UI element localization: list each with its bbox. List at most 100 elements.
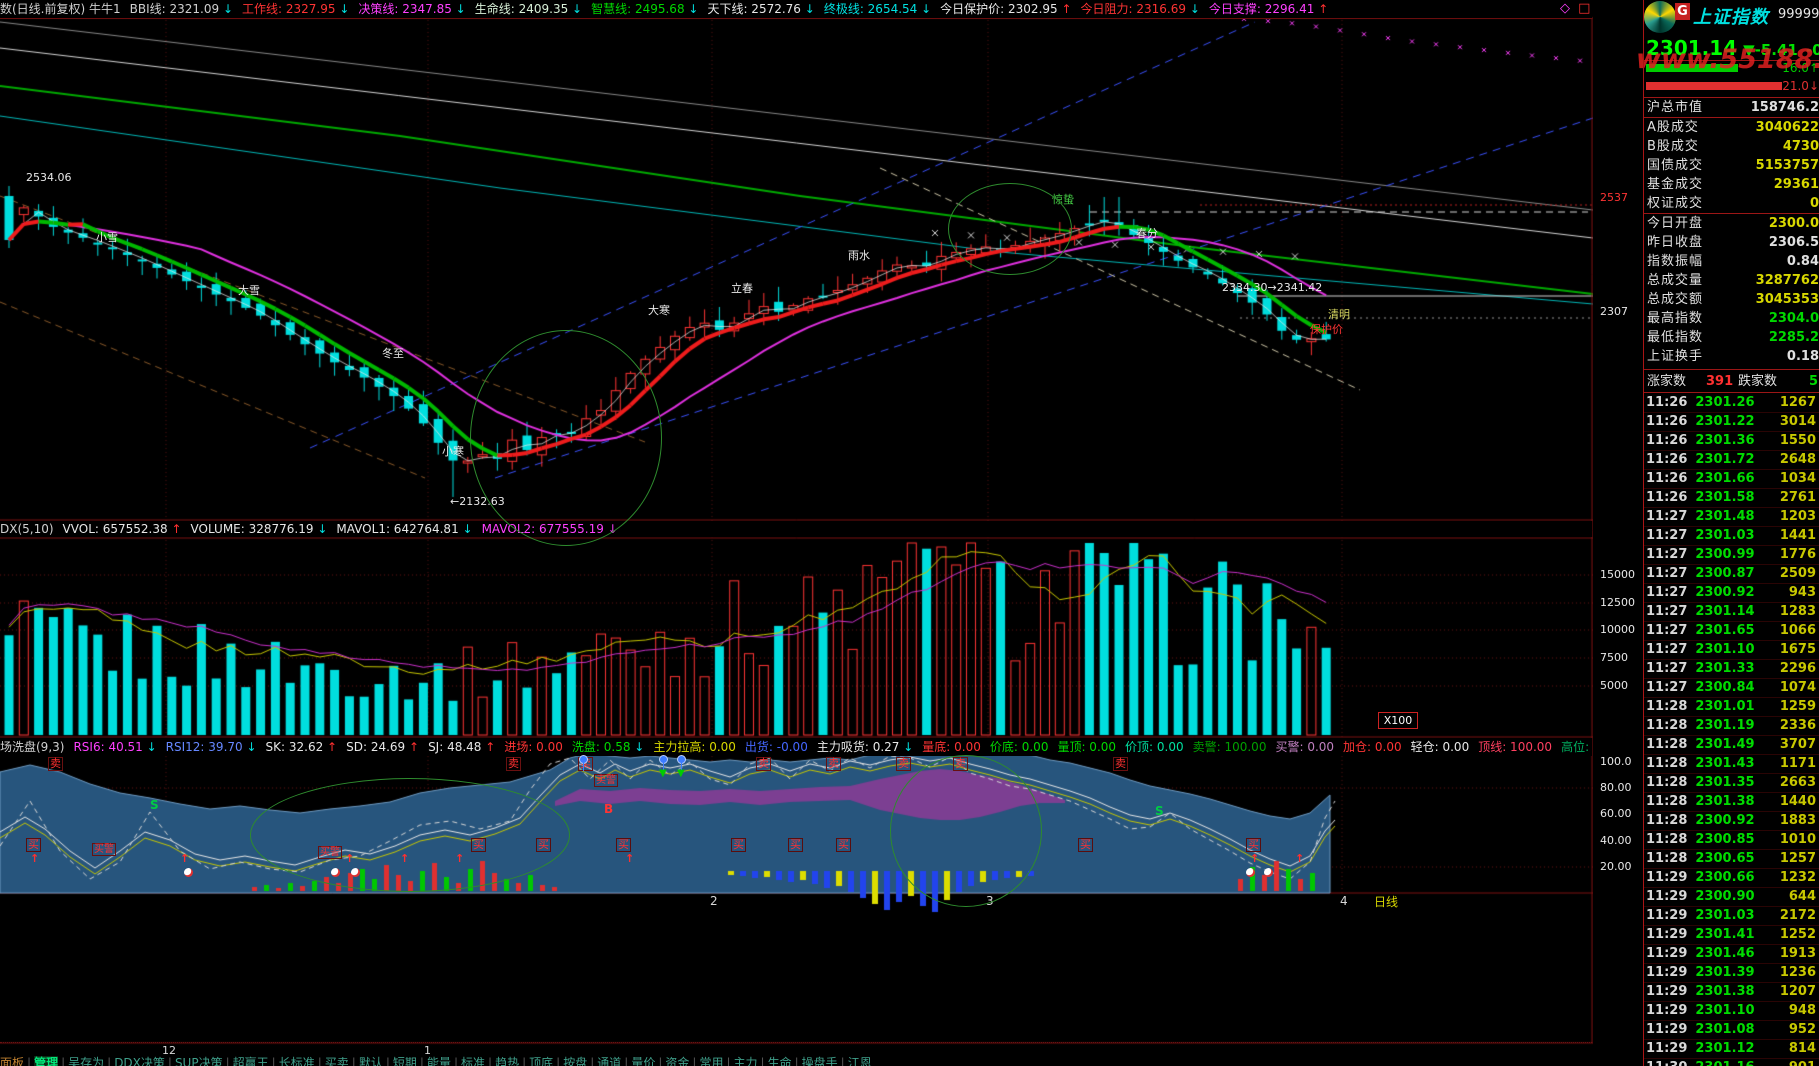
tick-row[interactable]: 11:27 2300.92 943	[1644, 584, 1819, 603]
tick-row[interactable]: 11:29 2300.66 1232	[1644, 869, 1819, 888]
indicator-value: 终极线: 2654.54 ↓	[823, 2, 932, 16]
signal-letter: S	[150, 798, 159, 812]
month-label: 4	[1340, 894, 1348, 908]
tick-row[interactable]: 11:28 2301.01 1259	[1644, 698, 1819, 717]
tick-row[interactable]: 11:27 2300.99 1776	[1644, 546, 1819, 565]
tab-长标准[interactable]: 长标准	[279, 1056, 315, 1066]
maximize-icon[interactable]: □	[1578, 1, 1590, 16]
signal-ball-icon	[331, 868, 340, 877]
index-code: 999999	[1778, 7, 1819, 22]
tick-row[interactable]: 11:26 2301.72 2648	[1644, 451, 1819, 470]
oscillator-indicator-value: RSI6: 40.51 ↓	[73, 740, 157, 754]
tab-操盘手[interactable]: 操盘手	[802, 1056, 838, 1066]
tick-time: 11:27	[1646, 585, 1688, 600]
quote-panel: G 上证指数 999999 www.55188.com 2301.14▼-5.4…	[1636, 0, 1819, 1066]
tick-volume: 1207	[1779, 984, 1816, 999]
oscillator-indicator-value: 顶线: 100.00	[1478, 740, 1553, 754]
oscillator-indicator-value: RSI12: 39.70 ↓	[165, 740, 257, 754]
tick-time: 11:27	[1646, 680, 1688, 695]
tick-time: 11:29	[1646, 908, 1688, 923]
oscillator-indicator-value: 价底: 0.00	[989, 740, 1049, 754]
tab-江恩[interactable]: 江恩	[848, 1056, 872, 1066]
tick-row[interactable]: 11:26 2301.22 3014	[1644, 413, 1819, 432]
tick-row[interactable]: 11:29 2300.90 644	[1644, 888, 1819, 907]
indicator-value: 天下线: 2572.76 ↓	[707, 2, 815, 16]
volume-axis-label: 10000	[1600, 623, 1635, 636]
tick-time: 11:27	[1646, 509, 1688, 524]
tick-row[interactable]: 11:28 2301.43 1171	[1644, 755, 1819, 774]
tick-row[interactable]: 11:26 2301.66 1034	[1644, 470, 1819, 489]
panel-separator	[1644, 369, 1819, 370]
chart-annotation: 立春	[731, 282, 753, 295]
tab-通道[interactable]: 通道	[597, 1056, 621, 1066]
tab-短期[interactable]: 短期	[393, 1056, 417, 1066]
tick-row[interactable]: 11:29 2301.41 1252	[1644, 926, 1819, 945]
diamond-icon[interactable]: ◇	[1560, 1, 1570, 16]
tick-row[interactable]: 11:29 2301.12 814	[1644, 1040, 1819, 1059]
tick-row[interactable]: 11:26 2301.58 2761	[1644, 489, 1819, 508]
tab-DDX决策[interactable]: DDX决策	[114, 1056, 165, 1066]
tick-row[interactable]: 11:27 2301.03 1441	[1644, 527, 1819, 546]
tick-row[interactable]: 11:26 2301.36 1550	[1644, 432, 1819, 451]
tick-row[interactable]: 11:28 2301.38 1440	[1644, 793, 1819, 812]
tick-row[interactable]: 11:29 2301.08 952	[1644, 1021, 1819, 1040]
oscillator-indicator-value: 量顶: 0.00	[1057, 740, 1117, 754]
tab-超赢王[interactable]: 超赢王	[233, 1056, 269, 1066]
quote-row: 今日开盘 2300.0	[1644, 214, 1819, 233]
trend-arrow-icon: ↑	[323, 740, 338, 754]
tick-row[interactable]: 11:28 2301.19 2336	[1644, 717, 1819, 736]
tick-time: 11:27	[1646, 528, 1688, 543]
pane-corner-icons[interactable]: ◇ □	[1560, 1, 1590, 16]
indicator-value: 生命线: 2409.35 ↓	[474, 2, 583, 16]
broker-logo-icon	[1644, 1, 1676, 33]
tick-row[interactable]: 11:27 2300.84 1074	[1644, 679, 1819, 698]
tick-row[interactable]: 11:26 2301.26 1267	[1644, 394, 1819, 413]
tab-管理[interactable]: 管理	[34, 1056, 59, 1066]
tab-标准[interactable]: 标准	[461, 1056, 485, 1066]
tick-row[interactable]: 11:28 2300.85 1010	[1644, 831, 1819, 850]
tab-面板[interactable]: 面板	[0, 1056, 24, 1066]
tick-row[interactable]: 11:29 2301.38 1207	[1644, 983, 1819, 1002]
tab-生命[interactable]: 生命	[768, 1056, 792, 1066]
tick-row[interactable]: 11:302301.16901	[1644, 1059, 1819, 1066]
tab-吴存为[interactable]: 吴存为	[68, 1056, 104, 1066]
tick-row[interactable]: 11:28 2300.92 1883	[1644, 812, 1819, 831]
tick-volume: 1283	[1779, 604, 1816, 619]
sell-signal-marker: 卖	[896, 757, 911, 771]
tab-量价[interactable]: 量价	[631, 1056, 655, 1066]
period-label[interactable]: 日线	[1374, 893, 1398, 910]
tick-row[interactable]: 11:29 2301.39 1236	[1644, 964, 1819, 983]
tab-SUP决策[interactable]: SUP决策	[175, 1056, 223, 1066]
tick-row[interactable]: 11:27 2301.48 1203	[1644, 508, 1819, 527]
quote-row-label: 权证成交	[1647, 196, 1704, 211]
chart-annotation: 小寒	[442, 445, 464, 458]
tick-row[interactable]: 11:28 2301.35 2663	[1644, 774, 1819, 793]
quote-row: 最低指数 2285.2	[1644, 328, 1819, 347]
tab-顶底[interactable]: 顶底	[529, 1056, 553, 1066]
tick-row[interactable]: 11:27 2300.87 2509	[1644, 565, 1819, 584]
tab-资金[interactable]: 资金	[665, 1056, 689, 1066]
tick-row[interactable]: 11:29 2301.10 948	[1644, 1002, 1819, 1021]
tick-row[interactable]: 11:29 2301.46 1913	[1644, 945, 1819, 964]
tab-常用[interactable]: 常用	[699, 1056, 723, 1066]
tick-row[interactable]: 11:27 2301.14 1283	[1644, 603, 1819, 622]
tab-趋热[interactable]: 趋热	[495, 1056, 519, 1066]
tab-买卖[interactable]: 买卖	[325, 1056, 349, 1066]
tick-row[interactable]: 11:27 2301.65 1066	[1644, 622, 1819, 641]
tab-按盘[interactable]: 按盘	[563, 1056, 587, 1066]
quote-row: 权证成交 0	[1644, 194, 1819, 213]
volume-axis-label: 7500	[1600, 651, 1628, 664]
tick-list[interactable]: 11:26 2301.26 1267 11:26 2301.22 3014 11:26 230…	[1644, 394, 1819, 1066]
tab-能量[interactable]: 能量	[427, 1056, 451, 1066]
tab-主力[interactable]: 主力	[734, 1056, 758, 1066]
tick-row[interactable]: 11:29 2301.03 2172	[1644, 907, 1819, 926]
index-name[interactable]: 上证指数	[1693, 3, 1769, 29]
tick-row[interactable]: 11:28 2301.49 3707	[1644, 736, 1819, 755]
quote-row: A股成交 3040622	[1644, 118, 1819, 137]
tick-row[interactable]: 11:27 2301.10 1675	[1644, 641, 1819, 660]
tick-volume: 1171	[1779, 756, 1816, 771]
tick-row[interactable]: 11:27 2301.33 2296	[1644, 660, 1819, 679]
tick-row[interactable]: 11:28 2300.65 1257	[1644, 850, 1819, 869]
tick-price: 2300.85	[1695, 832, 1755, 847]
tab-默认[interactable]: 默认	[359, 1056, 383, 1066]
